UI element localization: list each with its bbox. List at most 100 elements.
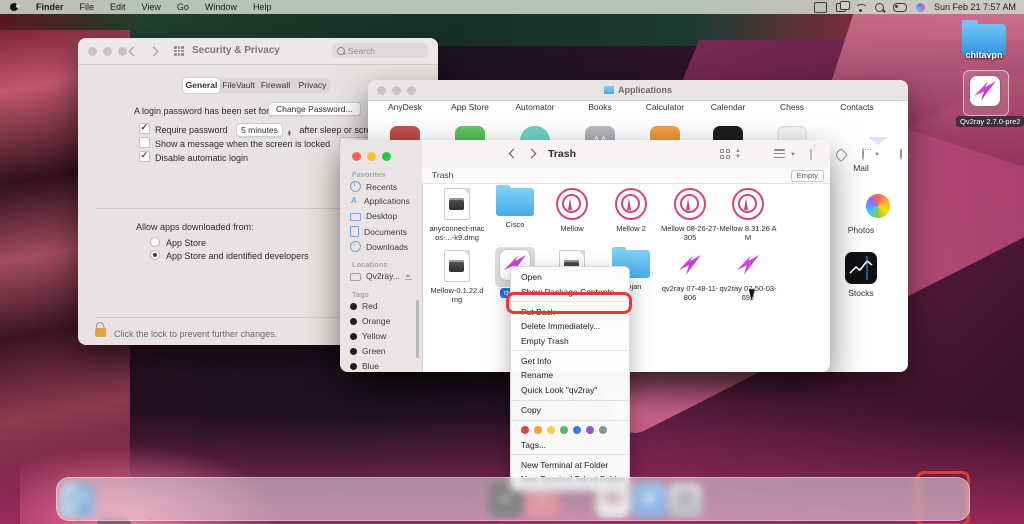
menu-item-show-package-contents[interactable]: Show Package Contents bbox=[511, 284, 629, 298]
app-label-calendar[interactable]: Calendar bbox=[696, 102, 760, 112]
app-label-mail[interactable]: Mail bbox=[829, 163, 893, 173]
show-all-icon[interactable] bbox=[174, 46, 184, 56]
close-button[interactable] bbox=[88, 47, 97, 56]
menu-item-rename[interactable]: Rename bbox=[511, 368, 629, 382]
apple-menu-icon[interactable] bbox=[10, 3, 18, 11]
app-label-stocks[interactable]: Stocks bbox=[829, 288, 893, 298]
app-label-appstore[interactable]: App Store bbox=[438, 102, 502, 112]
sidebar-item-applications[interactable]: Applications bbox=[350, 196, 410, 206]
menu-edit[interactable]: Edit bbox=[102, 2, 134, 12]
desktop-icon-label[interactable]: Qv2ray 2.7.0-pre2 bbox=[956, 116, 1024, 127]
file-anyconnect-dmg[interactable]: anyconnect-macos-...-k9.dmg bbox=[428, 188, 486, 242]
menu-item-tags[interactable]: Tags... bbox=[511, 437, 629, 451]
security-titlebar[interactable]: Security & Privacy Search bbox=[78, 38, 438, 65]
app-label-anydesk[interactable]: AnyDesk bbox=[373, 102, 437, 112]
sidebar-tag-green[interactable]: Green bbox=[350, 346, 386, 356]
file-cisco-folder[interactable]: Cisco bbox=[486, 188, 544, 230]
disable-auto-login-checkbox[interactable] bbox=[139, 151, 150, 162]
desktop-icon-label[interactable]: chitavpn bbox=[948, 50, 1020, 60]
search-icon[interactable] bbox=[900, 148, 902, 160]
file-mellow-2[interactable]: Mellow 2 bbox=[602, 188, 660, 234]
tag-purple-icon[interactable] bbox=[586, 426, 594, 434]
sidebar-item-desktop[interactable]: Desktop bbox=[350, 211, 397, 221]
minimize-button[interactable] bbox=[367, 152, 376, 161]
menu-item-quick-look[interactable]: Quick Look "qv2ray" bbox=[511, 383, 629, 397]
tag-gray-icon[interactable] bbox=[599, 426, 607, 434]
sidebar-tag-orange[interactable]: Orange bbox=[350, 316, 390, 326]
change-password-button[interactable]: Change Password... bbox=[268, 102, 361, 116]
menu-file[interactable]: File bbox=[72, 2, 103, 12]
sidebar-tag-red[interactable]: Red bbox=[350, 301, 378, 311]
minutes-dropdown[interactable]: 5 minutes bbox=[236, 123, 283, 137]
app-label-contacts[interactable]: Contacts bbox=[825, 102, 889, 112]
tab-firewall[interactable]: Firewall bbox=[257, 78, 294, 93]
menu-bar-clock[interactable]: Sun Feb 21 7:57 AM bbox=[934, 2, 1016, 12]
search-input[interactable]: Search bbox=[332, 43, 428, 58]
tab-filevault[interactable]: FileVault bbox=[220, 78, 257, 93]
menu-item-open[interactable]: Open bbox=[511, 270, 629, 284]
app-label-photos[interactable]: Photos bbox=[829, 225, 893, 235]
sort-chevrons-icon[interactable]: ▲▼ bbox=[735, 148, 741, 160]
stage-manager-icon[interactable] bbox=[836, 3, 846, 12]
stocks-app-icon[interactable] bbox=[845, 252, 877, 284]
minimize-button[interactable] bbox=[392, 86, 401, 95]
sidebar-item-qv2ray-disk[interactable]: Qv2ray... bbox=[350, 271, 412, 281]
siri-icon[interactable] bbox=[916, 3, 925, 12]
menu-help[interactable]: Help bbox=[245, 2, 280, 12]
desktop-icon-qv2ray-selected[interactable] bbox=[963, 70, 1009, 116]
menu-item-delete-immediately[interactable]: Delete Immediately... bbox=[511, 319, 629, 333]
empty-trash-button[interactable]: Empty bbox=[791, 170, 824, 182]
forward-icon[interactable] bbox=[149, 47, 159, 57]
chevron-down-icon[interactable]: ▼ bbox=[790, 152, 796, 158]
require-password-checkbox[interactable] bbox=[139, 123, 150, 134]
app-label-calculator[interactable]: Calculator bbox=[633, 102, 697, 112]
file-mellow-831[interactable]: Mellow 8.31.26 AM bbox=[719, 188, 777, 242]
tag-blue-icon[interactable] bbox=[573, 426, 581, 434]
menu-go[interactable]: Go bbox=[169, 2, 197, 12]
zoom-button[interactable] bbox=[382, 152, 391, 161]
tag-yellow-icon[interactable] bbox=[547, 426, 555, 434]
sidebar-item-recents[interactable]: Recents bbox=[350, 181, 397, 192]
app-label-automator[interactable]: Automator bbox=[503, 102, 567, 112]
share-icon[interactable] bbox=[810, 149, 812, 160]
icon-view-icon[interactable] bbox=[720, 149, 730, 159]
radio-identified-developers[interactable] bbox=[150, 250, 160, 260]
chevron-down-icon[interactable]: ▼ bbox=[874, 152, 880, 158]
menu-item-put-back[interactable]: Put Back bbox=[511, 305, 629, 319]
show-message-checkbox[interactable] bbox=[139, 137, 150, 148]
forward-icon[interactable] bbox=[527, 149, 537, 159]
trash-toolbar[interactable]: Trash ▲▼ ▼ ▼ bbox=[422, 140, 830, 169]
zoom-button[interactable] bbox=[118, 47, 127, 56]
radio-app-store[interactable] bbox=[150, 237, 160, 247]
sidebar-tag-yellow[interactable]: Yellow bbox=[350, 331, 386, 341]
back-icon[interactable] bbox=[509, 149, 519, 159]
file-mellow[interactable]: Mellow bbox=[543, 188, 601, 234]
eject-icon[interactable] bbox=[405, 273, 412, 280]
close-button[interactable] bbox=[377, 86, 386, 95]
menu-item-new-terminal[interactable]: New Terminal at Folder bbox=[511, 458, 629, 472]
display-status-icon[interactable] bbox=[814, 2, 827, 13]
sidebar-item-downloads[interactable]: Downloads bbox=[350, 241, 408, 252]
lock-open-icon[interactable] bbox=[95, 328, 106, 337]
spotlight-icon[interactable] bbox=[875, 3, 884, 12]
zoom-button[interactable] bbox=[407, 86, 416, 95]
tag-orange-icon[interactable] bbox=[534, 426, 542, 434]
tab-privacy[interactable]: Privacy bbox=[294, 78, 331, 93]
applications-titlebar[interactable]: Applications bbox=[368, 80, 908, 101]
menu-view[interactable]: View bbox=[134, 2, 169, 12]
tag-green-icon[interactable] bbox=[560, 426, 568, 434]
menu-item-get-info[interactable]: Get Info bbox=[511, 354, 629, 368]
file-qv2ray-0748[interactable]: qv2ray 07-48-11-806 bbox=[661, 250, 719, 302]
tab-general[interactable]: General bbox=[183, 78, 220, 93]
close-button[interactable] bbox=[352, 152, 361, 161]
file-mellow-dmg[interactable]: Mellow-0.1.22.dmg bbox=[428, 250, 486, 304]
file-qv2ray-0750[interactable]: qv2ray 07-50-03-692 bbox=[719, 250, 777, 302]
sidebar-scrollbar[interactable] bbox=[416, 300, 419, 358]
wifi-icon[interactable] bbox=[855, 4, 866, 11]
more-actions-icon[interactable] bbox=[862, 148, 864, 160]
app-label-books[interactable]: Books bbox=[568, 102, 632, 112]
group-view-icon[interactable] bbox=[774, 149, 785, 159]
file-mellow-08[interactable]: Mellow 08-26-27-305 bbox=[661, 188, 719, 242]
menu-window[interactable]: Window bbox=[197, 2, 245, 12]
back-icon[interactable] bbox=[129, 47, 139, 57]
